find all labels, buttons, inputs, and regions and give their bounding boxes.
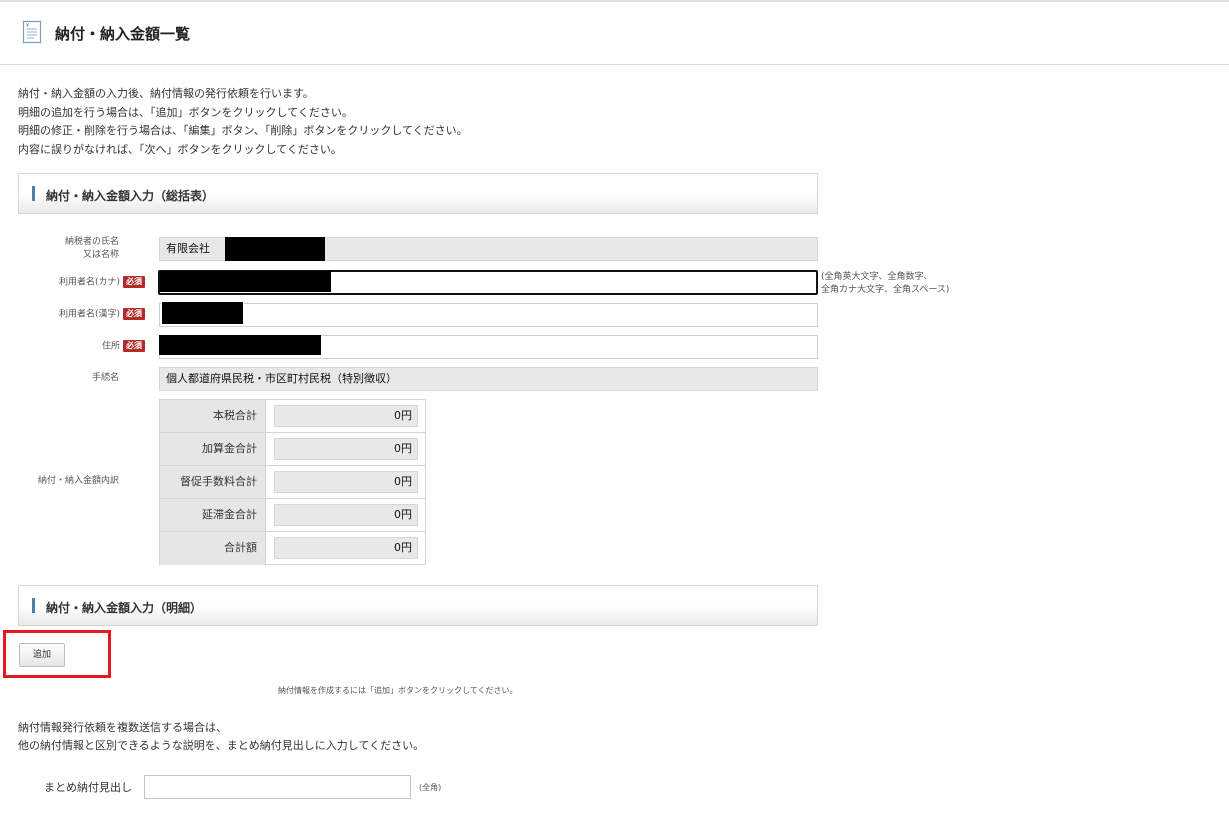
table-row: 合計額 0円 bbox=[160, 532, 425, 565]
required-badge: 必須 bbox=[123, 276, 145, 288]
redacted-block bbox=[162, 302, 243, 324]
taxpayer-name-label-line1: 納税者の氏名 bbox=[64, 237, 119, 247]
table-row: 延滞金合計 0円 bbox=[160, 499, 425, 532]
breakdown-row-label: 合計額 bbox=[160, 532, 266, 565]
procedure-value: 個人都道府県民税・市区町村民税（特別徴収） bbox=[166, 372, 397, 385]
user-kana-note-line2: 全角カナ大文字、全角スペース) bbox=[821, 285, 950, 295]
svg-text:¥: ¥ bbox=[26, 23, 29, 29]
detail-section-header: 納付・納入金額入力（明細） bbox=[18, 585, 818, 626]
breakdown-row-value: 0円 bbox=[274, 504, 418, 526]
breakdown-row-value: 0円 bbox=[274, 405, 418, 427]
address-label-text: 住所 bbox=[101, 341, 120, 352]
user-kana-note: (全角英大文字、全角数字、 全角カナ大文字、全角スペース) bbox=[821, 271, 949, 297]
detail-section-title: 納付・納入金額入力（明細） bbox=[46, 601, 203, 615]
redacted-block bbox=[160, 271, 331, 292]
breakdown-row-label: 本税合計 bbox=[160, 400, 266, 432]
breakdown-row-value: 0円 bbox=[274, 537, 418, 559]
table-row: 本税合計 0円 bbox=[160, 400, 425, 433]
section-accent-bar bbox=[32, 186, 35, 201]
intro-line: 内容に誤りがなければ、「次へ」ボタンをクリックしてください。 bbox=[18, 142, 342, 156]
summary-heading-input[interactable] bbox=[144, 775, 411, 799]
required-badge: 必須 bbox=[123, 340, 145, 352]
multi-send-text: 納付情報発行依頼を複数送信する場合は、 他の納付情報と区別できるような説明を、ま… bbox=[18, 719, 424, 755]
user-kanji-input[interactable] bbox=[159, 303, 818, 327]
document-icon: ¥ bbox=[22, 20, 42, 44]
top-border bbox=[0, 0, 1229, 2]
page-title: 納付・納入金額一覧 bbox=[55, 25, 191, 43]
summary-section-header: 納付・納入金額入力（総括表） bbox=[18, 173, 818, 214]
summary-heading-label: まとめ納付見出し bbox=[44, 781, 132, 794]
redacted-block bbox=[159, 335, 321, 355]
taxpayer-name-label: 納税者の氏名 又は名称 bbox=[40, 236, 119, 262]
intro-text: 納付・納入金額の入力後、納付情報の発行依頼を行います。 明細の追加を行う場合は、… bbox=[18, 85, 468, 159]
user-kana-label: 利用者名(カナ) 必須 bbox=[30, 276, 145, 290]
intro-line: 明細の追加を行う場合は、「追加」ボタンをクリックしてください。 bbox=[18, 105, 353, 119]
table-row: 督促手数料合計 0円 bbox=[160, 466, 425, 499]
procedure-field: 個人都道府県民税・市区町村民税（特別徴収） bbox=[159, 367, 818, 391]
multi-send-line1: 納付情報発行依頼を複数送信する場合は、 bbox=[18, 721, 227, 734]
user-kana-label-text: 利用者名(カナ) bbox=[58, 277, 120, 288]
table-row: 加算金合計 0円 bbox=[160, 433, 425, 466]
summary-section-title: 納付・納入金額入力（総括表） bbox=[46, 189, 215, 203]
intro-line: 明細の修正・削除を行う場合は、「編集」ボタン、「削除」ボタンをクリックしてくださ… bbox=[18, 124, 468, 137]
breakdown-row-value: 0円 bbox=[274, 438, 418, 460]
intro-line: 納付・納入金額の入力後、納付情報の発行依頼を行います。 bbox=[18, 87, 314, 100]
add-button[interactable]: 追加 bbox=[19, 643, 65, 667]
summary-heading-note: (全角) bbox=[419, 783, 442, 792]
required-badge: 必須 bbox=[123, 308, 145, 320]
breakdown-row-label: 督促手数料合計 bbox=[160, 466, 266, 498]
title-divider bbox=[0, 64, 1229, 65]
breakdown-label: 納付・納入金額内訳 bbox=[37, 476, 119, 486]
breakdown-row-label: 加算金合計 bbox=[160, 433, 266, 465]
user-kana-note-line1: (全角英大文字、全角数字、 bbox=[821, 272, 933, 282]
user-kanji-label-text: 利用者名(漢字) bbox=[58, 309, 120, 320]
add-hint-text: 納付情報を作成するには「追加」ボタンをクリックしてください。 bbox=[278, 686, 518, 695]
breakdown-row-label: 延滞金合計 bbox=[160, 499, 266, 531]
redacted-block bbox=[225, 237, 325, 261]
user-kanji-label: 利用者名(漢字) 必須 bbox=[30, 308, 145, 322]
breakdown-table: 本税合計 0円 加算金合計 0円 督促手数料合計 0円 延滞金合計 0円 合計額… bbox=[159, 399, 426, 565]
breakdown-row-value: 0円 bbox=[274, 471, 418, 493]
procedure-label: 手続名 bbox=[91, 373, 119, 383]
taxpayer-name-label-line2: 又は名称 bbox=[82, 250, 119, 260]
taxpayer-name-value: 有限会社 bbox=[166, 242, 210, 255]
multi-send-line2: 他の納付情報と区別できるような説明を、まとめ納付見出しに入力してください。 bbox=[18, 739, 425, 752]
section-accent-bar bbox=[32, 598, 35, 613]
address-label: 住所 必須 bbox=[30, 340, 145, 354]
